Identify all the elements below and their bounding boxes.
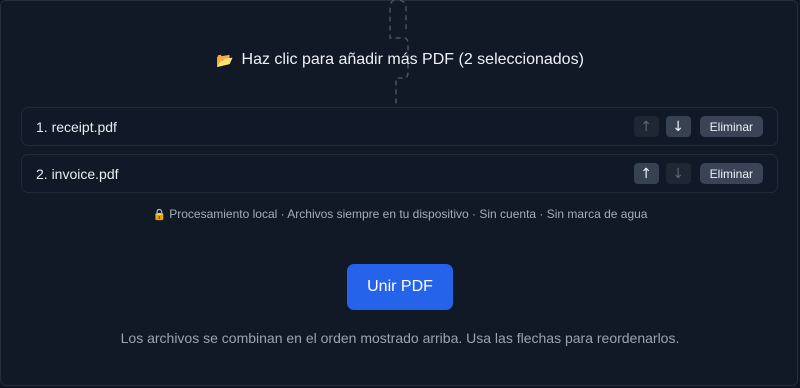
order-hint-text: Los archivos se combinan en el orden mos… (120, 330, 680, 346)
privacy-text: Procesamiento local · Archivos siempre e… (169, 207, 648, 221)
file-name: 2. invoice.pdf (36, 165, 119, 182)
remove-file-button[interactable]: Eliminar (699, 163, 763, 184)
move-down-button[interactable]: ↓ (665, 116, 691, 137)
file-row: 1. receipt.pdf ↑ ↓ Eliminar (21, 107, 778, 146)
file-row: 2. invoice.pdf ↑ ↓ Eliminar (21, 154, 778, 193)
move-up-button[interactable]: ↑ (633, 116, 659, 137)
folder-icon: 📂 (216, 52, 234, 68)
merge-pdf-button[interactable]: Unir PDF (347, 264, 453, 310)
remove-file-button[interactable]: Eliminar (699, 116, 763, 137)
dropzone-label: Haz clic para añadir más PDF (2 seleccio… (241, 51, 584, 68)
file-name: 1. receipt.pdf (36, 118, 117, 135)
move-up-button[interactable]: ↑ (633, 163, 659, 184)
lock-icon: 🔒 (152, 209, 167, 221)
add-pdf-dropzone[interactable]: 📂 Haz clic para añadir más PDF (2 selecc… (0, 40, 800, 80)
privacy-notice: 🔒 Procesamiento local · Archivos siempre … (0, 207, 800, 221)
move-down-button[interactable]: ↓ (665, 163, 691, 184)
